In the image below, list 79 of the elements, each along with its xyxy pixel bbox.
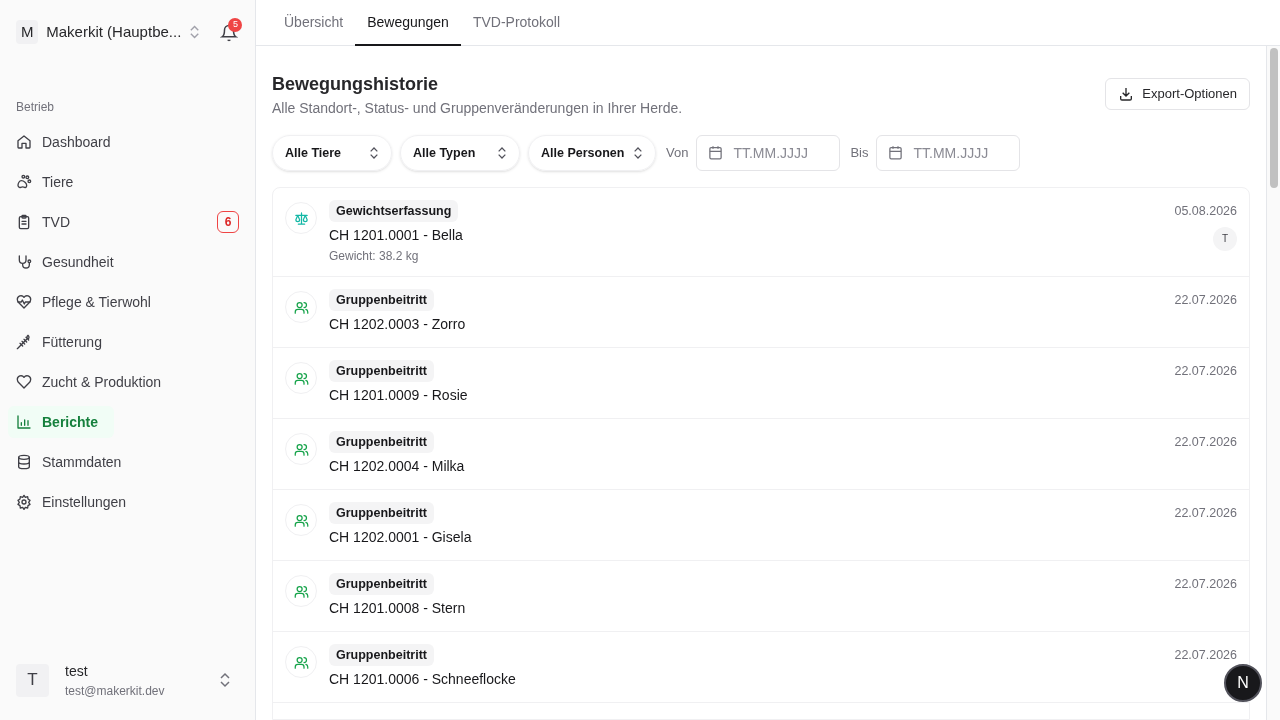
date-field[interactable]: TT.MM.JJJJ [696, 135, 841, 171]
tab[interactable]: Bewegungen [355, 0, 461, 46]
user-avatar: T [16, 663, 49, 697]
movement-date: 22.07.2026 [1174, 292, 1237, 309]
scrollbar[interactable] [1266, 46, 1280, 720]
movement-type-tag: Gruppenbeitritt [329, 644, 434, 666]
user-avatar: T [1213, 226, 1237, 251]
account-avatar: M [16, 20, 39, 44]
tab[interactable]: Übersicht [272, 0, 356, 46]
movement-date: 05.08.2026 [1174, 203, 1237, 220]
database-icon [16, 454, 32, 470]
movement-type-tag: Gruppenbeitritt [329, 360, 434, 382]
animal-name: CH 1201.0001 - Bella [329, 226, 463, 245]
house-icon [16, 134, 32, 150]
count-badge: 6 [217, 211, 239, 233]
users-icon [293, 441, 309, 457]
calendar-icon [888, 145, 904, 160]
users-icon [293, 299, 309, 315]
page-title: Bewegungshistorie [272, 73, 440, 96]
scale-icon [293, 210, 309, 226]
heart-icon [16, 374, 32, 390]
chevron-updown-icon[interactable] [189, 24, 201, 40]
movement-date: 22.07.2026 [1174, 647, 1237, 664]
chevron-updown-icon [497, 146, 507, 160]
nav-item[interactable]: Einstellungen [8, 486, 247, 518]
movement-type-tag: Gruppenbeitritt [329, 573, 434, 595]
clipboard-icon [16, 214, 32, 230]
movement-type-tag: Gruppenbeitritt [329, 502, 434, 524]
movement-type-tag: Gruppenbeitritt [329, 431, 434, 453]
animal-name: CH 1202.0003 - Zorro [329, 315, 466, 334]
heart-pulse-icon [16, 294, 32, 310]
nav-item[interactable]: Pflege & Tierwohl [8, 286, 247, 318]
movement-date: 22.07.2026 [1174, 576, 1237, 593]
user-email: test@makerkit.dev [65, 682, 165, 700]
movement-detail: Gewicht: 38.2 kg [329, 248, 419, 265]
wheat-icon [16, 334, 32, 350]
calendar-icon [708, 145, 724, 160]
export-button[interactable]: Export-Optionen [1105, 78, 1250, 110]
movement-type-tag: Gewichtserfassung [329, 200, 459, 222]
movement-date: 22.07.2026 [1174, 363, 1237, 380]
movement-date: 22.07.2026 [1174, 505, 1237, 522]
date-label: Von [666, 144, 689, 163]
movement-date: 22.07.2026 [1174, 434, 1237, 451]
nav-item[interactable]: Fütterung [8, 326, 247, 358]
account-name[interactable]: Makerkit (Hauptbe... [46, 20, 182, 44]
chevron-updown-icon[interactable] [219, 672, 231, 688]
animal-name: CH 1201.0009 - Rosie [329, 386, 468, 405]
bar-chart-icon [16, 414, 32, 430]
animal-name: CH 1201.0008 - Stern [329, 599, 466, 618]
nav-item[interactable]: Tiere [8, 166, 247, 198]
notification-bell[interactable]: 5 [220, 22, 239, 42]
nav-item[interactable]: Stammdaten [8, 446, 247, 478]
nav-item[interactable]: Berichte [8, 406, 115, 438]
animal-name: CH 1202.0001 - Gisela [329, 528, 472, 547]
nav-item[interactable]: TVD 6 [8, 206, 247, 238]
animal-name: CH 1201.0006 - Schneeflocke [329, 670, 516, 689]
users-icon [293, 583, 309, 599]
chevron-updown-icon [633, 146, 643, 160]
paw-icon [16, 174, 32, 190]
users-icon [293, 370, 309, 386]
date-label: Bis [850, 144, 869, 163]
page-subtitle: Alle Standort-, Status- und Gruppenveränderungen in Ihrer Herde. [272, 99, 683, 118]
chevron-updown-icon [369, 146, 379, 160]
users-icon [293, 512, 309, 528]
user-name: test [65, 661, 89, 681]
stethoscope-icon [16, 254, 32, 270]
nav-item[interactable]: Dashboard [8, 126, 247, 158]
download-icon [1118, 86, 1135, 102]
nav-item[interactable]: Gesundheit [8, 246, 247, 278]
nav-item[interactable]: Zucht & Produktion [8, 366, 247, 398]
animal-name: CH 1202.0004 - Milka [329, 457, 465, 476]
movement-type-tag: Gruppenbeitritt [329, 289, 434, 311]
dev-indicator-button[interactable]: N [1224, 664, 1262, 702]
tab[interactable]: TVD-Protokoll [460, 0, 573, 46]
settings-icon [16, 494, 32, 510]
section-label: Betrieb [15, 99, 56, 116]
users-icon [293, 654, 309, 670]
date-field[interactable]: TT.MM.JJJJ [876, 135, 1021, 171]
notification-count: 5 [228, 18, 243, 32]
